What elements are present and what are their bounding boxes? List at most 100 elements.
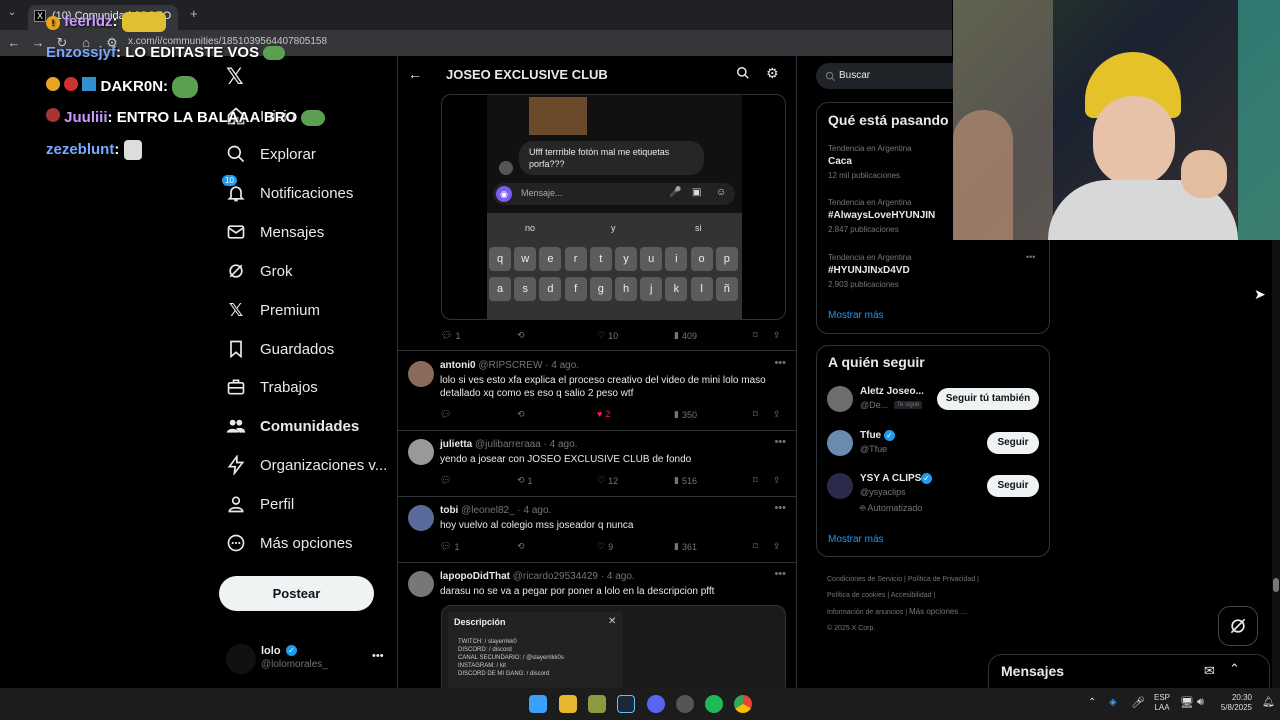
search-icon[interactable] bbox=[736, 66, 750, 85]
steam-icon[interactable] bbox=[617, 695, 635, 713]
close-icon[interactable]: ✕ bbox=[608, 616, 616, 627]
keyboard-key[interactable]: q bbox=[489, 247, 511, 271]
bookmark-button[interactable]: ⌑ bbox=[753, 475, 758, 486]
follow-button[interactable]: Seguir bbox=[987, 475, 1039, 497]
nav-jobs[interactable]: Trabajos bbox=[226, 369, 318, 405]
scrollbar-thumb[interactable] bbox=[1273, 578, 1279, 592]
chevron-up-icon[interactable]: ⌃ bbox=[1088, 697, 1096, 708]
keyboard-key[interactable]: s bbox=[514, 277, 537, 301]
microphone-icon[interactable]: 🎤︎ bbox=[1131, 696, 1145, 709]
notification-bell-icon[interactable]: 🔔︎ bbox=[1262, 697, 1275, 708]
reply-button[interactable]: 💬︎ 1 bbox=[440, 541, 459, 552]
author-handle[interactable]: @ricardo29534429 bbox=[513, 571, 598, 582]
author-handle[interactable]: @RIPSCREW bbox=[478, 360, 542, 371]
keyboard-key[interactable]: ñ bbox=[715, 277, 738, 301]
keyboard-key[interactable]: p bbox=[715, 247, 738, 271]
suggestion[interactable]: si bbox=[695, 223, 702, 233]
like-button[interactable]: ♥ 2 bbox=[597, 409, 610, 419]
keyboard-key[interactable]: f bbox=[564, 277, 587, 301]
network-icon[interactable]: 🖥︎ bbox=[1180, 696, 1194, 709]
more-icon[interactable]: ••• bbox=[774, 568, 786, 580]
app-icon[interactable] bbox=[588, 695, 606, 713]
keyboard-key[interactable]: g bbox=[589, 277, 612, 301]
follow-button[interactable]: Seguir bbox=[987, 432, 1039, 454]
nav-organizations[interactable]: Organizaciones v... bbox=[226, 447, 387, 483]
search-input[interactable]: Buscar bbox=[816, 63, 966, 89]
language-indicator[interactable]: ESP LAA bbox=[1154, 693, 1170, 713]
file-explorer-icon[interactable] bbox=[559, 695, 577, 713]
share-button[interactable]: ⇪ bbox=[773, 475, 781, 486]
share-button[interactable]: ⇪ bbox=[773, 541, 781, 552]
views-button[interactable]: ▮ 350 bbox=[674, 409, 697, 420]
tweet-media[interactable]: Descripción ✕ TWITCH: / slayerrikk0 DISC… bbox=[441, 605, 786, 688]
avatar[interactable] bbox=[408, 505, 434, 531]
nav-profile[interactable]: Perfil bbox=[226, 486, 294, 522]
timestamp[interactable]: 4 ago. bbox=[607, 571, 635, 582]
avatar[interactable] bbox=[408, 361, 434, 387]
author-name[interactable]: lapopoDidThat bbox=[440, 571, 510, 582]
more-icon[interactable]: ••• bbox=[774, 502, 786, 514]
nav-premium[interactable]: 𝕏 Premium bbox=[226, 292, 320, 328]
bookmark-button[interactable]: ⌑ bbox=[753, 330, 758, 341]
settings-gear-icon[interactable]: ⚙ bbox=[766, 65, 779, 82]
tweet[interactable]: tobi @leonel82_ · 4 ago. ••• hoy vuelvo … bbox=[398, 497, 796, 563]
timestamp[interactable]: 4 ago. bbox=[524, 505, 552, 516]
author-handle[interactable]: @julibarreraaa bbox=[475, 439, 541, 450]
author-name[interactable]: antoni0 bbox=[440, 360, 476, 371]
start-icon[interactable] bbox=[529, 695, 547, 713]
retweet-button[interactable]: ⟲ bbox=[517, 330, 525, 341]
share-button[interactable]: ⇪ bbox=[773, 330, 781, 341]
camera-icon[interactable]: ◉ bbox=[496, 186, 512, 202]
keyboard-key[interactable]: j bbox=[640, 277, 663, 301]
tweet[interactable]: lapopoDidThat @ricardo29534429 · 4 ago. … bbox=[398, 563, 796, 688]
expand-icon[interactable]: ⌃ bbox=[1229, 661, 1240, 677]
footer-link[interactable]: Condiciones de Servicio bbox=[827, 576, 902, 583]
like-button[interactable]: ♡ 12 bbox=[597, 475, 618, 486]
trend-item[interactable]: Tendencia en Argentina #HYUNJINxD4VD 2.9… bbox=[817, 250, 1049, 296]
tweet[interactable]: antoni0 @RIPSCREW · 4 ago. ••• lolo si v… bbox=[398, 351, 796, 431]
views-button[interactable]: ▮ 516 bbox=[674, 475, 697, 486]
more-icon[interactable]: ••• bbox=[372, 650, 384, 662]
page-scrollbar[interactable] bbox=[1272, 240, 1280, 688]
like-button[interactable]: ♡ 9 bbox=[597, 541, 613, 552]
suggestion[interactable]: y bbox=[611, 223, 616, 233]
image-icon[interactable]: ▣ bbox=[692, 187, 701, 198]
keyboard-key[interactable]: d bbox=[539, 277, 562, 301]
retweet-button[interactable]: ⟲ 1 bbox=[517, 475, 533, 486]
keyboard-key[interactable]: a bbox=[489, 277, 511, 301]
clock[interactable]: 20:30 5/8/2025 bbox=[1216, 693, 1252, 713]
more-icon[interactable]: ••• bbox=[774, 357, 786, 369]
nav-messages[interactable]: Mensajes bbox=[226, 214, 324, 250]
nav-grok[interactable]: Grok bbox=[226, 253, 293, 289]
retweet-button[interactable]: ⟲ bbox=[517, 541, 525, 552]
timestamp[interactable]: 4 ago. bbox=[550, 439, 578, 450]
tab-list-icon[interactable]: ⌄ bbox=[4, 7, 20, 23]
footer-link[interactable]: Más opciones ... bbox=[909, 607, 967, 616]
reply-button[interactable]: 💬︎ 1 bbox=[441, 330, 460, 341]
keyboard-key[interactable]: k bbox=[665, 277, 688, 301]
follow-suggestion[interactable]: Aletz Joseo... @De... Te sigue Seguir tú… bbox=[817, 382, 1049, 422]
author-name[interactable]: julietta bbox=[440, 439, 472, 450]
views-button[interactable]: ▮ 361 bbox=[674, 541, 697, 552]
suggestion[interactable]: no bbox=[525, 223, 535, 233]
keyboard-key[interactable]: t bbox=[589, 247, 612, 271]
keyboard-key[interactable]: u bbox=[640, 247, 663, 271]
sticker-icon[interactable]: ☺ bbox=[716, 187, 726, 198]
bookmark-button[interactable]: ⌑ bbox=[753, 541, 758, 552]
footer-link[interactable]: Información de anuncios bbox=[827, 609, 903, 616]
back-icon[interactable]: ← bbox=[5, 34, 23, 52]
more-icon[interactable]: ••• bbox=[774, 436, 786, 448]
nav-bookmarks[interactable]: Guardados bbox=[226, 331, 334, 367]
author-handle[interactable]: @leonel82_ bbox=[461, 505, 515, 516]
volume-icon[interactable]: 🔊︎ bbox=[1197, 696, 1204, 709]
grok-floating-button[interactable] bbox=[1218, 606, 1258, 646]
keyboard-key[interactable]: e bbox=[539, 247, 562, 271]
reply-button[interactable]: 💬︎ bbox=[440, 475, 451, 486]
microphone-icon[interactable]: 🎤 bbox=[669, 187, 681, 198]
keyboard-key[interactable]: o bbox=[690, 247, 713, 271]
discord-icon[interactable] bbox=[647, 695, 665, 713]
footer-link[interactable]: Accesibilidad bbox=[891, 592, 932, 599]
back-arrow-icon[interactable]: ← bbox=[408, 66, 422, 82]
messages-drawer[interactable]: Mensajes ✉ ⌃ bbox=[988, 654, 1270, 688]
tweet[interactable]: julietta @julibarreraaa · 4 ago. ••• yen… bbox=[398, 431, 796, 497]
